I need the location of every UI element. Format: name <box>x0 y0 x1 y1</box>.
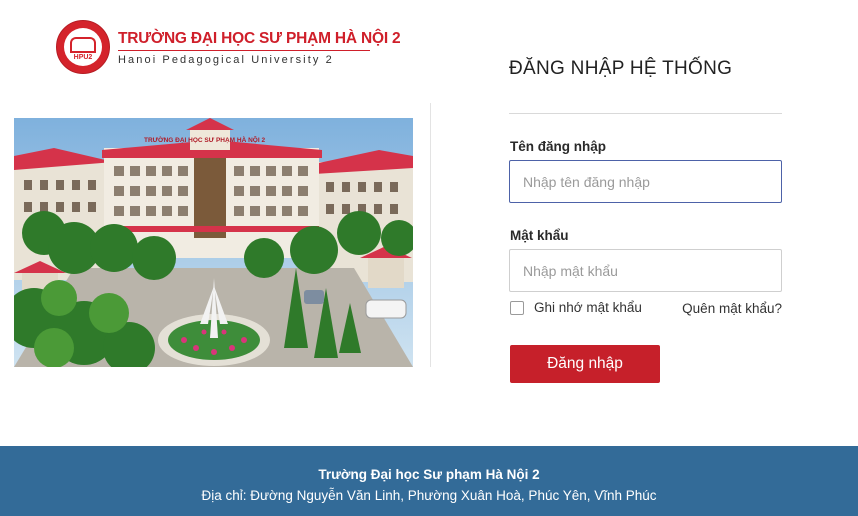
password-label: Mật khẩu <box>510 228 569 243</box>
university-emblem-icon: HPU2 <box>56 20 110 74</box>
svg-text:TRƯỜNG ĐẠI HỌC SƯ PHẠM HÀ NỘI: TRƯỜNG ĐẠI HỌC SƯ PHẠM HÀ NỘI 2 <box>144 135 265 144</box>
university-name-vi: TRƯỜNG ĐẠI HỌC SƯ PHẠM HÀ NỘI 2 <box>118 30 401 47</box>
remember-password[interactable]: Ghi nhớ mật khẩu <box>510 300 642 315</box>
login-button[interactable]: Đăng nhập <box>510 345 660 383</box>
campus-photo: TRƯỜNG ĐẠI HỌC SƯ PHẠM HÀ NỘI 2 <box>14 118 413 367</box>
university-name-en: Hanoi Pedagogical University 2 <box>118 54 334 66</box>
login-title: ĐĂNG NHẬP HỆ THỐNG <box>509 58 733 79</box>
username-input[interactable] <box>509 160 782 203</box>
title-divider <box>509 113 782 114</box>
password-input[interactable] <box>509 249 782 292</box>
forgot-password-link[interactable]: Quên mật khẩu? <box>682 301 782 316</box>
username-label: Tên đăng nhập <box>510 139 606 154</box>
logo-divider <box>118 50 370 51</box>
remember-label: Ghi nhớ mật khẩu <box>534 300 642 315</box>
footer-address: Địa chỉ: Đường Nguyễn Văn Linh, Phường X… <box>201 488 657 503</box>
footer-title: Trường Đại học Sư phạm Hà Nội 2 <box>318 467 540 482</box>
vertical-divider <box>430 103 431 367</box>
remember-checkbox[interactable] <box>510 300 524 315</box>
university-logo: HPU2 TRƯỜNG ĐẠI HỌC SƯ PHẠM HÀ NỘI 2 Han… <box>56 20 401 76</box>
footer: Trường Đại học Sư phạm Hà Nội 2 Địa chỉ:… <box>0 446 858 516</box>
